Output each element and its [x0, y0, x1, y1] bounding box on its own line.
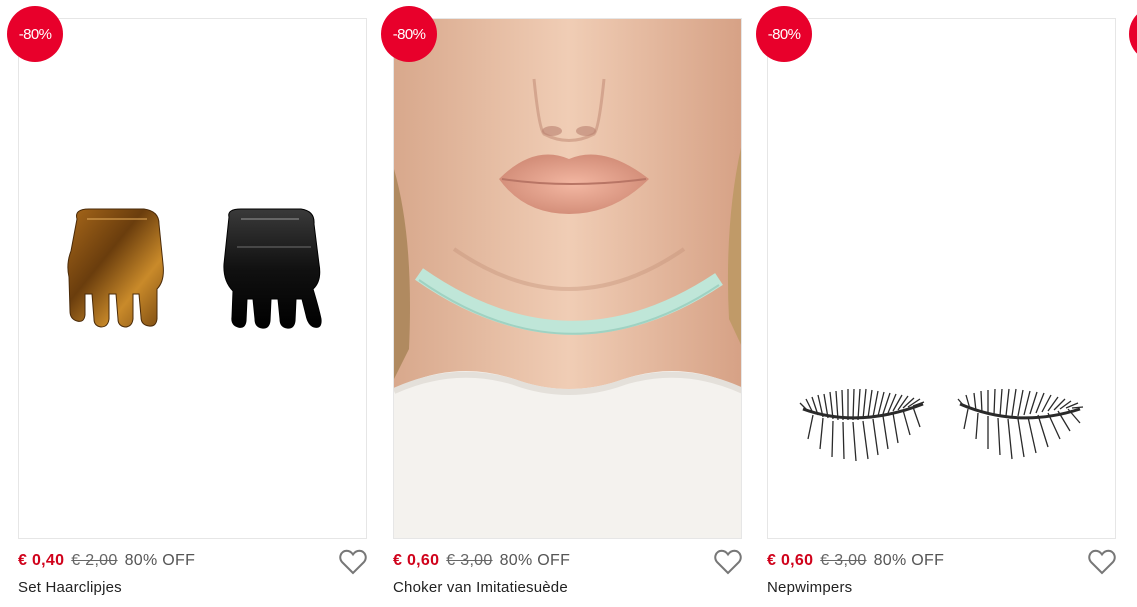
discount-label: 80% OFF — [124, 552, 196, 569]
product-card[interactable]: € 0,40 € 2,00 80% OFF Set Haarclipjes — [18, 18, 367, 599]
product-image-eyelashes[interactable] — [767, 18, 1116, 539]
original-price: € 2,00 — [71, 552, 118, 569]
price-row: € 0,60 € 3,00 80% OFF — [767, 552, 944, 570]
discount-badge: -80% — [381, 6, 437, 62]
product-card[interactable]: € 0,60 € 3,00 80% OFF Nepwimpers — [767, 18, 1116, 599]
choker-model-image — [394, 19, 741, 538]
current-price: € 0,40 — [18, 552, 65, 569]
original-price: € 3,00 — [446, 552, 493, 569]
current-price: € 0,60 — [393, 552, 440, 569]
current-price: € 0,60 — [767, 552, 814, 569]
product-info: € 0,40 € 2,00 80% OFF Set Haarclipjes — [18, 539, 367, 599]
discount-badge-partial — [1129, 6, 1137, 62]
product-name[interactable]: Set Haarclipjes — [18, 579, 122, 596]
price-row: € 0,60 € 3,00 80% OFF — [393, 552, 570, 570]
price-row: € 0,40 € 2,00 80% OFF — [18, 552, 195, 570]
heart-icon[interactable] — [339, 549, 367, 575]
product-info: € 0,60 € 3,00 80% OFF Nepwimpers — [767, 539, 1116, 599]
original-price: € 3,00 — [820, 552, 867, 569]
product-card[interactable]: € 0,60 € 3,00 80% OFF Choker van Imitati… — [393, 18, 742, 599]
discount-label: 80% OFF — [499, 552, 571, 569]
heart-icon[interactable] — [1088, 549, 1116, 575]
discount-badge: -80% — [7, 6, 63, 62]
hair-clips-image — [67, 208, 322, 329]
product-info: € 0,60 € 3,00 80% OFF Choker van Imitati… — [393, 539, 742, 599]
product-grid: -80% -80% -80% € 0,40 € 2,00 80% OFF Set… — [0, 0, 1137, 607]
product-image-hair-clips[interactable] — [18, 18, 367, 539]
discount-label: 80% OFF — [873, 552, 945, 569]
product-name[interactable]: Nepwimpers — [767, 579, 852, 596]
product-name[interactable]: Choker van Imitatiesuède — [393, 579, 568, 596]
false-eyelashes-image — [799, 388, 1084, 462]
heart-icon[interactable] — [714, 549, 742, 575]
product-image-choker[interactable] — [393, 18, 742, 539]
discount-badge: -80% — [756, 6, 812, 62]
